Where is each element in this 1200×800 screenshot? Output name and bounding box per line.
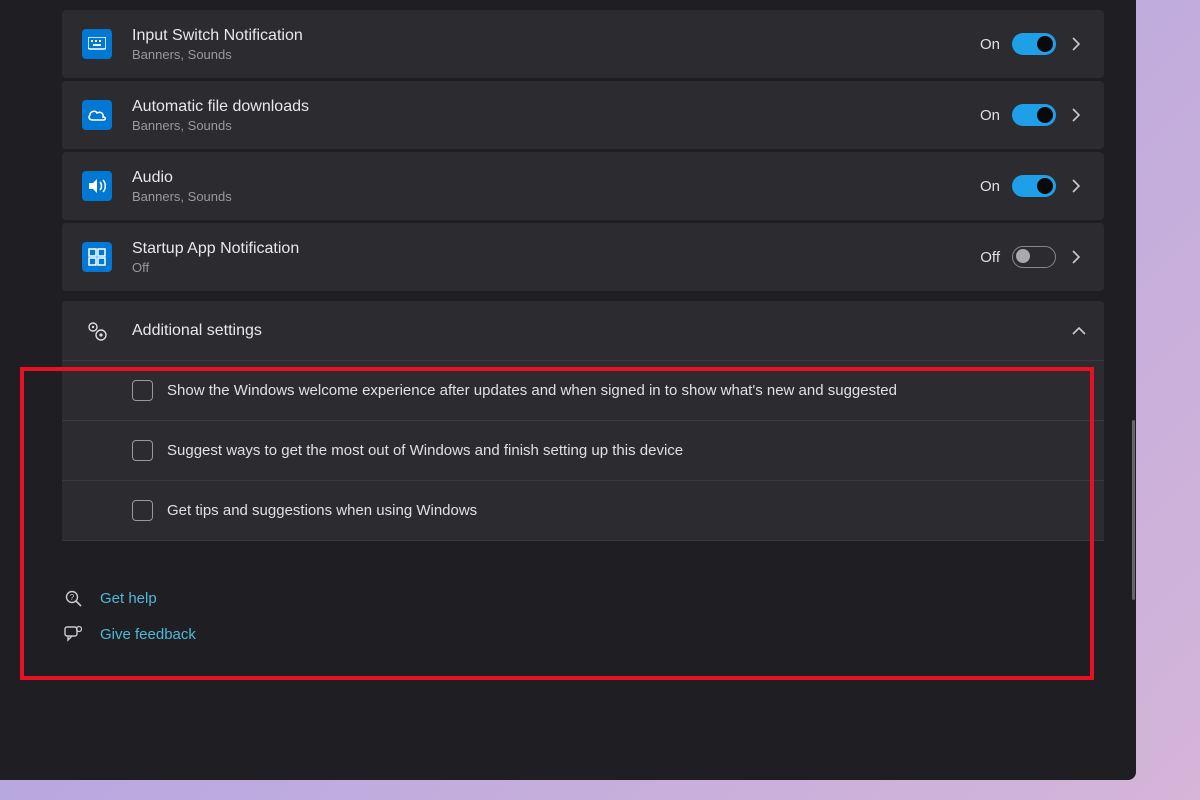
toggle-state-label: On <box>980 107 1000 124</box>
row-title: Automatic file downloads <box>132 98 980 116</box>
checkbox-row-welcome-experience[interactable]: Show the Windows welcome experience afte… <box>62 361 1104 421</box>
speaker-icon <box>82 171 112 201</box>
toggle-state-label: Off <box>980 249 1000 266</box>
chevron-up-icon[interactable] <box>1072 327 1086 335</box>
settings-panel: Input Switch Notification Banners, Sound… <box>0 0 1136 780</box>
notification-row-auto-downloads[interactable]: Automatic file downloads Banners, Sounds… <box>62 81 1104 149</box>
notification-row-audio[interactable]: Audio Banners, Sounds On <box>62 152 1104 220</box>
footer-links: ? Get help Give feedback <box>62 589 1136 643</box>
row-title: Startup App Notification <box>132 240 980 258</box>
row-texts: Automatic file downloads Banners, Sounds <box>132 98 980 133</box>
chevron-right-icon[interactable] <box>1072 179 1086 193</box>
get-help-label: Get help <box>100 590 157 607</box>
chevron-right-icon[interactable] <box>1072 108 1086 122</box>
row-texts: Input Switch Notification Banners, Sound… <box>132 27 980 62</box>
chevron-right-icon[interactable] <box>1072 250 1086 264</box>
toggle-state-label: On <box>980 36 1000 53</box>
checkbox-label: Show the Windows welcome experience afte… <box>167 382 897 399</box>
give-feedback-link[interactable]: Give feedback <box>62 625 1136 643</box>
checkbox-label: Suggest ways to get the most out of Wind… <box>167 442 683 459</box>
get-help-link[interactable]: ? Get help <box>62 589 1136 607</box>
checkbox-row-tips-suggestions[interactable]: Get tips and suggestions when using Wind… <box>62 481 1104 541</box>
additional-settings-title: Additional settings <box>132 322 1072 340</box>
keyboard-icon <box>82 29 112 59</box>
row-title: Audio <box>132 169 980 187</box>
row-subtitle: Banners, Sounds <box>132 47 980 62</box>
feedback-icon <box>62 625 84 643</box>
toggle-switch[interactable] <box>1012 246 1056 268</box>
checkbox[interactable] <box>132 380 153 401</box>
row-subtitle: Off <box>132 260 980 275</box>
toggle-switch[interactable] <box>1012 33 1056 55</box>
row-texts: Startup App Notification Off <box>132 240 980 275</box>
scrollbar-thumb[interactable] <box>1132 420 1135 600</box>
row-subtitle: Banners, Sounds <box>132 118 980 133</box>
gears-icon <box>82 316 112 346</box>
toggle-switch[interactable] <box>1012 175 1056 197</box>
settings-content: Input Switch Notification Banners, Sound… <box>0 0 1136 643</box>
chevron-right-icon[interactable] <box>1072 37 1086 51</box>
cloud-icon <box>82 100 112 130</box>
row-subtitle: Banners, Sounds <box>132 189 980 204</box>
svg-text:?: ? <box>70 593 75 602</box>
checkbox[interactable] <box>132 500 153 521</box>
checkbox[interactable] <box>132 440 153 461</box>
notification-row-input-switch[interactable]: Input Switch Notification Banners, Sound… <box>62 10 1104 78</box>
additional-settings-header[interactable]: Additional settings <box>62 301 1104 361</box>
row-title: Input Switch Notification <box>132 27 980 45</box>
notification-row-startup-app[interactable]: Startup App Notification Off Off <box>62 223 1104 291</box>
checkbox-label: Get tips and suggestions when using Wind… <box>167 502 477 519</box>
checkbox-row-suggest-ways[interactable]: Suggest ways to get the most out of Wind… <box>62 421 1104 481</box>
help-icon: ? <box>62 589 84 607</box>
grid-icon <box>82 242 112 272</box>
row-texts: Audio Banners, Sounds <box>132 169 980 204</box>
give-feedback-label: Give feedback <box>100 626 196 643</box>
toggle-switch[interactable] <box>1012 104 1056 126</box>
toggle-state-label: On <box>980 178 1000 195</box>
